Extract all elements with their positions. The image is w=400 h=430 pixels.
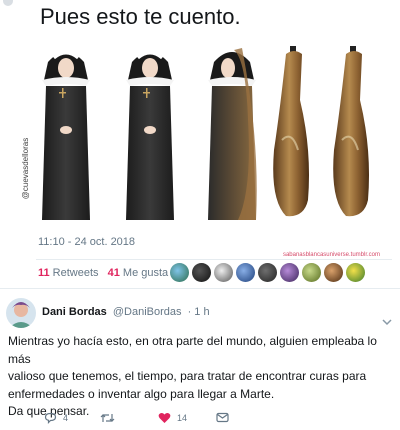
ham-1: [273, 46, 309, 217]
likes-count[interactable]: 41: [108, 267, 120, 279]
photo-credit: @cuevasdelloras: [21, 120, 49, 220]
retweets-count[interactable]: 11: [38, 267, 50, 279]
reply-text: Mientras yo hacía esto, en otra parte de…: [8, 333, 396, 421]
liker-avatar[interactable]: [214, 263, 233, 282]
photo-credit-text: @cuevasdelloras: [21, 137, 31, 200]
reply-text-line: enfermedades o inventar algo para llegar…: [8, 386, 275, 401]
nun-figure-2: [126, 51, 174, 220]
liker-avatar[interactable]: [346, 263, 365, 282]
reply-action[interactable]: 4: [44, 412, 68, 424]
liker-avatar[interactable]: [280, 263, 299, 282]
tweet-stats: 11 Retweets 41 Me gusta: [38, 267, 168, 279]
reply-author-name[interactable]: Dani Bordas: [42, 306, 107, 318]
tweet-image[interactable]: [36, 40, 386, 260]
liker-avatar[interactable]: [192, 263, 211, 282]
retweets-label[interactable]: Retweets: [53, 267, 99, 279]
reply-header: Dani Bordas @DaniBordas · 1 h: [42, 306, 210, 318]
retweet-icon: [100, 414, 115, 422]
reply-time[interactable]: · 1 h: [188, 306, 210, 318]
reply-count: 4: [63, 413, 69, 423]
envelope-icon: [216, 412, 229, 423]
liker-avatar[interactable]: [324, 263, 343, 282]
reply-author-handle[interactable]: @DaniBordas: [113, 306, 182, 318]
heart-icon: [158, 412, 171, 423]
chevron-down-icon[interactable]: [382, 318, 392, 326]
like-action[interactable]: 14: [158, 412, 187, 424]
nun-figure-1: [42, 51, 90, 220]
liker-avatar[interactable]: [302, 263, 321, 282]
reply-text-line: valioso que tenemos, el tiempo, para tra…: [8, 369, 367, 383]
retweet-action[interactable]: [100, 412, 121, 424]
divider: [36, 259, 392, 260]
liker-avatar[interactable]: [236, 263, 255, 282]
comment-icon: [44, 412, 57, 424]
liker-avatar[interactable]: [258, 263, 277, 282]
thread-line: [3, 0, 13, 6]
avatar-image: [6, 298, 36, 328]
tweet-timestamp[interactable]: 11:10 - 24 oct. 2018: [38, 236, 135, 248]
reply-text-line: Mientras yo hacía esto, en otra parte de…: [8, 334, 377, 366]
nun-ham-transition: [208, 48, 257, 220]
divider: [0, 288, 400, 289]
reply-actions: 4 14: [44, 412, 244, 426]
ham-2: [333, 46, 369, 217]
reply-avatar[interactable]: [6, 298, 36, 328]
like-count: 14: [177, 413, 188, 423]
liker-avatar[interactable]: [170, 263, 189, 282]
message-action[interactable]: [216, 412, 229, 423]
likes-label[interactable]: Me gusta: [123, 267, 168, 279]
tweet-text: Pues esto te cuento.: [40, 4, 241, 29]
image-watermark: sabanasblancasuniverse.tumblr.com: [282, 252, 380, 258]
